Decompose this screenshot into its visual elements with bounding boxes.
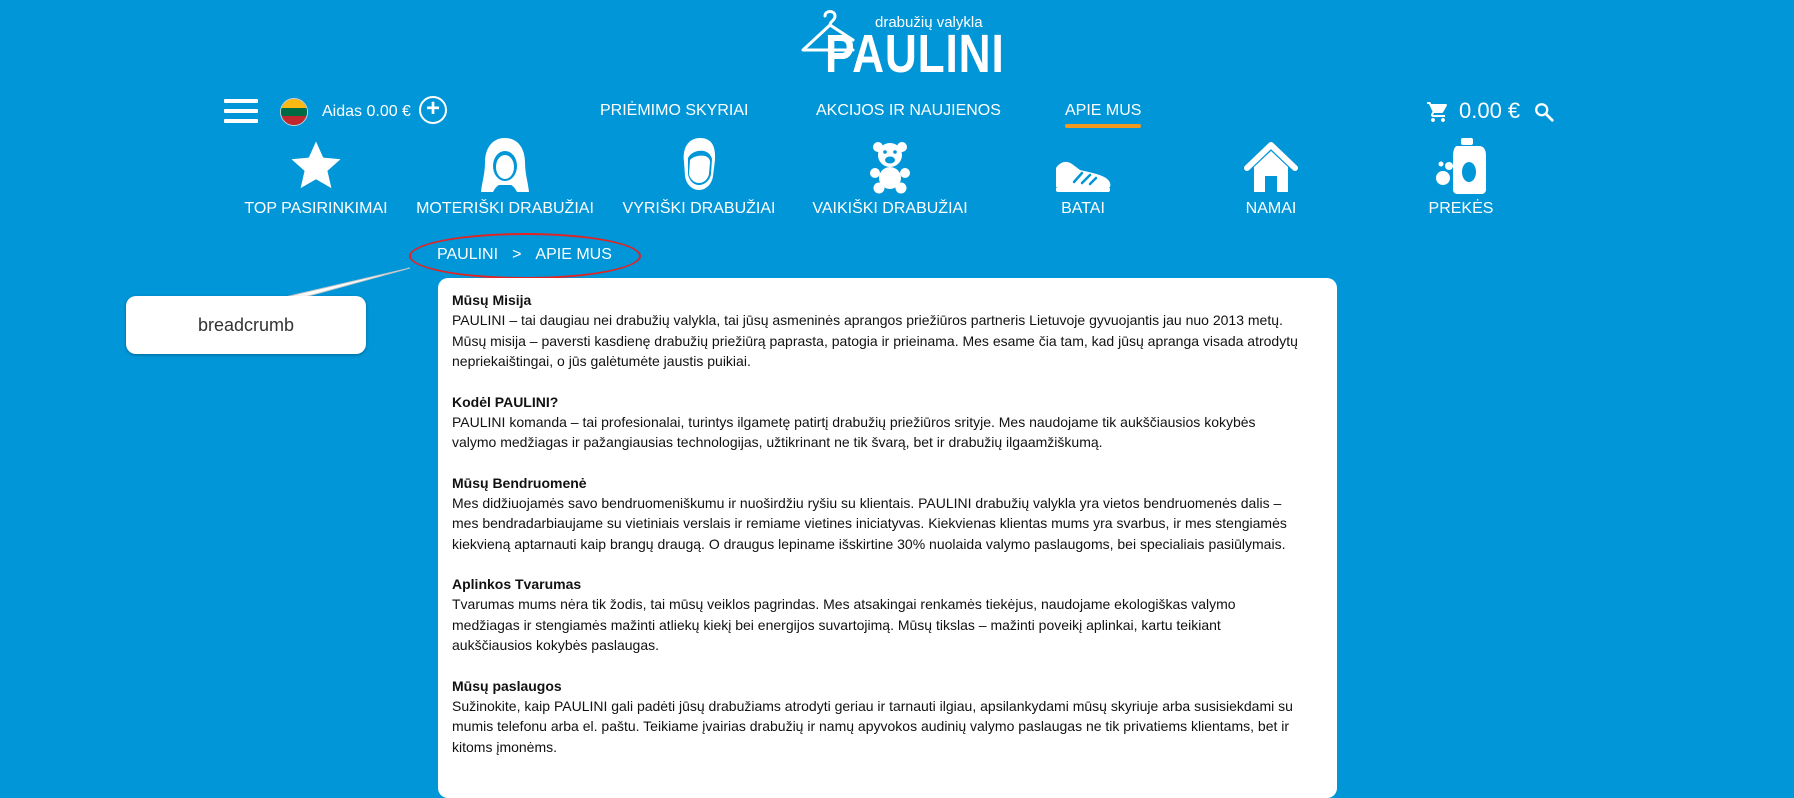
category-label: TOP PASIRINKIMAI xyxy=(244,200,388,217)
section-line: Sužinokite, kaip PAULINI gali padėti jūs… xyxy=(452,697,1293,714)
section-paslaugos: Mūsų paslaugos Sužinokite, kaip PAULINI … xyxy=(452,676,1323,758)
category-batai[interactable]: BATAI xyxy=(993,134,1173,218)
section-line: valymo medžiagas ir pažangiausias techno… xyxy=(452,434,1103,450)
category-top-pasirinkimai[interactable]: TOP PASIRINKIMAI xyxy=(226,134,406,218)
language-flag[interactable] xyxy=(280,98,308,126)
category-label: MOTERIŠKI DRABUŽIAI xyxy=(416,200,594,217)
section-line: kitoms įmonėms. xyxy=(452,738,558,755)
section-title: Kodėl PAULINI? xyxy=(452,393,559,410)
about-content: Mūsų Misija PAULINI – tai daugiau nei dr… xyxy=(438,278,1337,798)
shoe-icon xyxy=(1056,161,1111,192)
hamburger-icon[interactable] xyxy=(224,99,258,125)
section-line: PAULINI – tai daugiau nei drabužių valyk… xyxy=(452,312,1283,328)
detergent-icon xyxy=(1436,138,1486,194)
annotation-label: breadcrumb xyxy=(126,296,366,354)
section-line: Mūsų misija – paversti kasdienę drabužių… xyxy=(452,332,1298,349)
top-bar: Aidas 0.00 € + PRIĖMIMO SKYRIAI AKCIJOS … xyxy=(0,96,1794,128)
section-line: mes bendradarbiaujame su vietiniais vers… xyxy=(452,515,1287,531)
nav-akcijos-ir-naujienos[interactable]: AKCIJOS IR NAUJIENOS xyxy=(816,102,1001,120)
section-title: Mūsų Misija xyxy=(452,292,532,308)
teddy-bear-icon xyxy=(870,142,910,194)
nav-priemimo-skyriai[interactable]: PRIĖMIMO SKYRIAI xyxy=(600,102,748,120)
man-icon xyxy=(683,138,716,190)
category-bar: TOP PASIRINKIMAI MOTERIŠKI DRABUŽIAI VYR… xyxy=(0,134,1794,218)
section-line: mumis telefonu arba el. paštu. Teikiame … xyxy=(452,718,1290,734)
section-title: Mūsų Bendruomenė xyxy=(452,474,587,491)
nav-apie-mus[interactable]: APIE MUS xyxy=(1065,102,1142,128)
section-line: Tvarumas mums nėra tik žodis, tai mūsų v… xyxy=(452,596,1236,612)
section-tvarumas: Aplinkos Tvarumas Tvarumas mums nėra tik… xyxy=(452,574,1323,656)
category-prekes[interactable]: PREKĖS xyxy=(1371,134,1551,218)
cart-icon[interactable] xyxy=(1425,100,1451,124)
category-moteriski-drabuziai[interactable]: MOTERIŠKI DRABUŽIAI xyxy=(415,134,595,218)
category-label: VYRIŠKI DRABUŽIAI xyxy=(622,200,776,217)
category-label: BATAI xyxy=(1061,200,1105,217)
category-vaikiski-drabuziai[interactable]: VAIKIŠKI DRABUŽIAI xyxy=(800,134,980,218)
section-line: PAULINI komanda – tai profesionalai, tur… xyxy=(452,413,1256,430)
site-logo[interactable]: drabužių valykla PAULINI xyxy=(795,6,1004,84)
section-title: Mūsų paslaugos xyxy=(452,677,562,694)
section-line: kiekvieną aptarnauti kaip brangų draugą.… xyxy=(452,535,1286,552)
search-icon[interactable] xyxy=(1533,101,1555,123)
star-icon xyxy=(291,141,341,189)
annotation-ellipse xyxy=(409,233,641,279)
section-line: medžiagas ir stengiamės mažinti atliekų … xyxy=(452,616,1221,633)
section-kodel: Kodėl PAULINI? PAULINI komanda – tai pro… xyxy=(452,392,1323,453)
section-bendruomene: Mūsų Bendruomenė Mes didžiuojamės savo b… xyxy=(452,473,1323,555)
section-line: nepriekaištingai, o jūs galėtumėte jaust… xyxy=(452,353,751,369)
category-label: PREKĖS xyxy=(1428,200,1494,217)
section-misija: Mūsų Misija PAULINI – tai daugiau nei dr… xyxy=(452,290,1323,372)
section-title: Aplinkos Tvarumas xyxy=(452,576,582,592)
logo-brand: PAULINI xyxy=(825,24,1005,84)
cart-total[interactable]: 0.00 € xyxy=(1459,98,1520,124)
woman-icon xyxy=(481,138,529,192)
category-label: NAMAI xyxy=(1245,200,1297,217)
category-namai[interactable]: NAMAI xyxy=(1181,134,1361,218)
category-vyriski-drabuziai[interactable]: VYRIŠKI DRABUŽIAI xyxy=(609,134,789,218)
home-icon xyxy=(1244,142,1298,192)
plus-circle-icon[interactable]: + xyxy=(419,96,447,124)
user-balance[interactable]: Aidas 0.00 € xyxy=(322,103,411,121)
category-label: VAIKIŠKI DRABUŽIAI xyxy=(812,200,968,217)
section-line: aukščiausios kokybės paslaugas. xyxy=(452,637,660,653)
section-line: Mes didžiuojamės savo bendruomeniškumu i… xyxy=(452,494,1282,511)
